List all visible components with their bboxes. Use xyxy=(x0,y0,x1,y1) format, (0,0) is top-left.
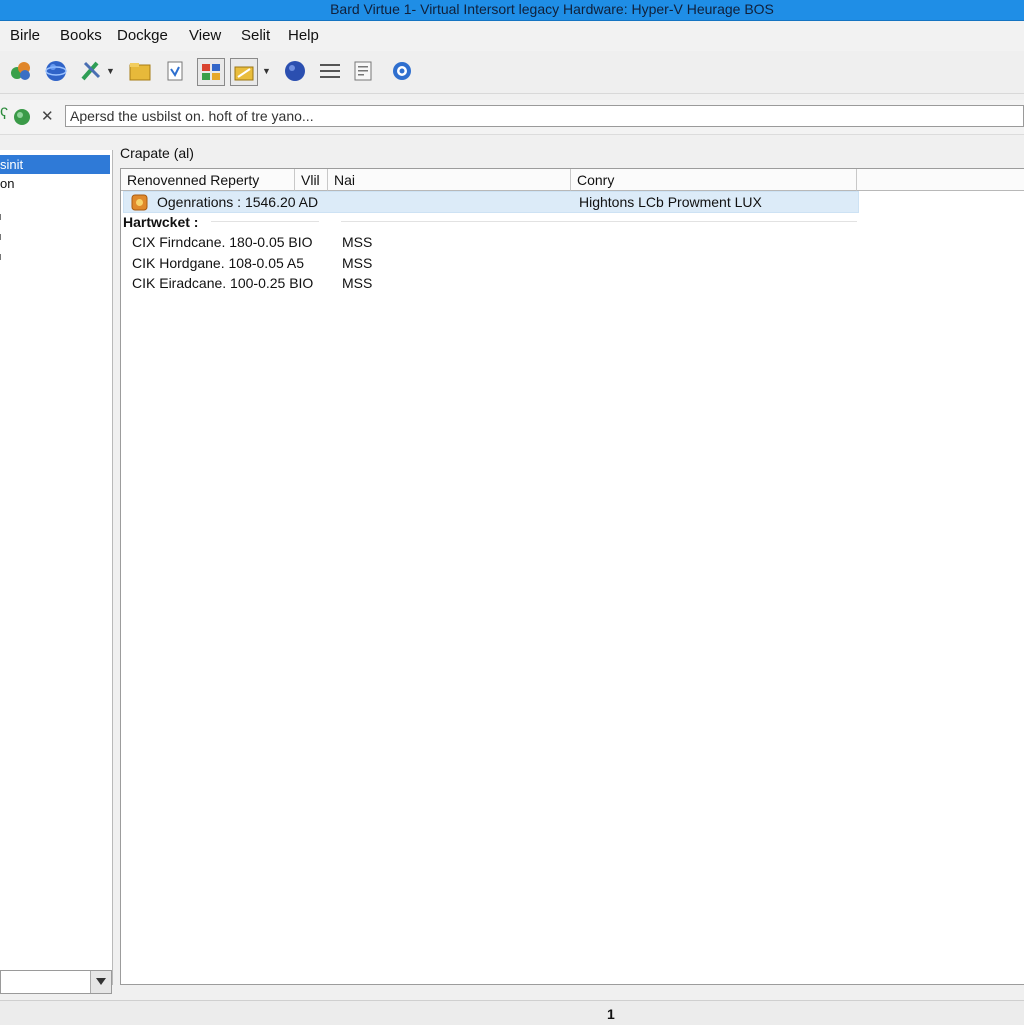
title-bar: Bard Virtue 1- Virtual Intersort legacy … xyxy=(0,0,1024,21)
menu-view[interactable]: View xyxy=(187,27,223,44)
grid-view-icon[interactable] xyxy=(197,58,225,86)
tools-dropdown-arrow-icon[interactable]: ▼ xyxy=(106,66,115,76)
status-bar: 1 xyxy=(0,1000,1024,1025)
location-combo[interactable] xyxy=(0,970,112,994)
menu-bar: Birle Books Dockge View Selit Help xyxy=(0,21,1024,51)
sphere-icon[interactable] xyxy=(282,58,308,84)
list-item-nai: MSS xyxy=(342,234,373,250)
toolbar: ▼ ▼ xyxy=(0,51,1024,94)
column-header-conry[interactable]: Conry xyxy=(571,169,857,191)
globe-icon[interactable] xyxy=(43,58,69,84)
tree-connector xyxy=(0,214,4,220)
refresh-globe-icon[interactable] xyxy=(13,108,31,129)
selected-row-name: Ogenrations : 1546.20 AD xyxy=(157,194,319,210)
details-list: Renovenned Reperty Vlil Nai Conry Ogenra… xyxy=(120,168,1024,985)
list-item-name[interactable]: CIK Eiradcane. 100-0.25 BIO xyxy=(132,275,313,291)
group-divider xyxy=(211,221,319,222)
warning-icon xyxy=(131,194,148,214)
list-item-name[interactable]: CIK Hordgane. 108-0.05 A5 xyxy=(132,255,304,271)
tree-connector xyxy=(0,254,4,260)
menu-help[interactable]: Help xyxy=(286,27,321,44)
folder-icon[interactable] xyxy=(127,58,153,84)
list-item-nai: MSS xyxy=(342,255,373,271)
section-title: Crapate (al) xyxy=(120,145,194,161)
network-icon[interactable] xyxy=(8,58,34,84)
menu-books[interactable]: Books xyxy=(58,27,104,44)
stop-x-icon[interactable]: ✕ xyxy=(41,107,54,125)
navigation-tree: sinit on xyxy=(0,150,113,985)
tree-item-selected[interactable]: sinit xyxy=(0,155,110,174)
menu-birle[interactable]: Birle xyxy=(8,27,42,44)
selected-row-conry: Hightons LCb Prowment LUX xyxy=(579,194,762,210)
column-header-empty xyxy=(857,169,1024,191)
window-title: Bard Virtue 1- Virtual Intersort legacy … xyxy=(330,1,774,17)
status-page-number: 1 xyxy=(607,1006,615,1022)
list-view-icon[interactable] xyxy=(317,58,343,84)
group-divider xyxy=(341,221,857,222)
menu-selit[interactable]: Selit xyxy=(239,27,272,44)
group-label: Hartwcket : xyxy=(123,214,199,230)
list-item-name[interactable]: CIX Firndcane. 180-0.05 BIO xyxy=(132,234,313,250)
open-dropdown-arrow-icon[interactable]: ▼ xyxy=(262,66,271,76)
chevron-down-icon[interactable] xyxy=(90,971,111,993)
open-folder-icon[interactable] xyxy=(230,58,258,86)
properties-icon[interactable] xyxy=(350,58,376,84)
tree-item[interactable]: on xyxy=(0,174,110,193)
address-bar: ʕ ✕ xyxy=(0,100,1024,135)
column-header-nai[interactable]: Nai xyxy=(328,169,571,191)
tree-connector xyxy=(0,234,4,240)
menu-dockge[interactable]: Dockge xyxy=(115,27,170,44)
column-header-vlil[interactable]: Vlil xyxy=(295,169,328,191)
list-item-nai: MSS xyxy=(342,275,373,291)
back-arrow-icon[interactable]: ʕ xyxy=(0,106,8,124)
help-globe-icon[interactable] xyxy=(389,58,415,84)
address-input[interactable] xyxy=(65,105,1024,127)
column-header-property[interactable]: Renovenned Reperty xyxy=(121,169,295,191)
document-icon[interactable] xyxy=(162,58,188,84)
tools-icon[interactable] xyxy=(78,58,104,84)
